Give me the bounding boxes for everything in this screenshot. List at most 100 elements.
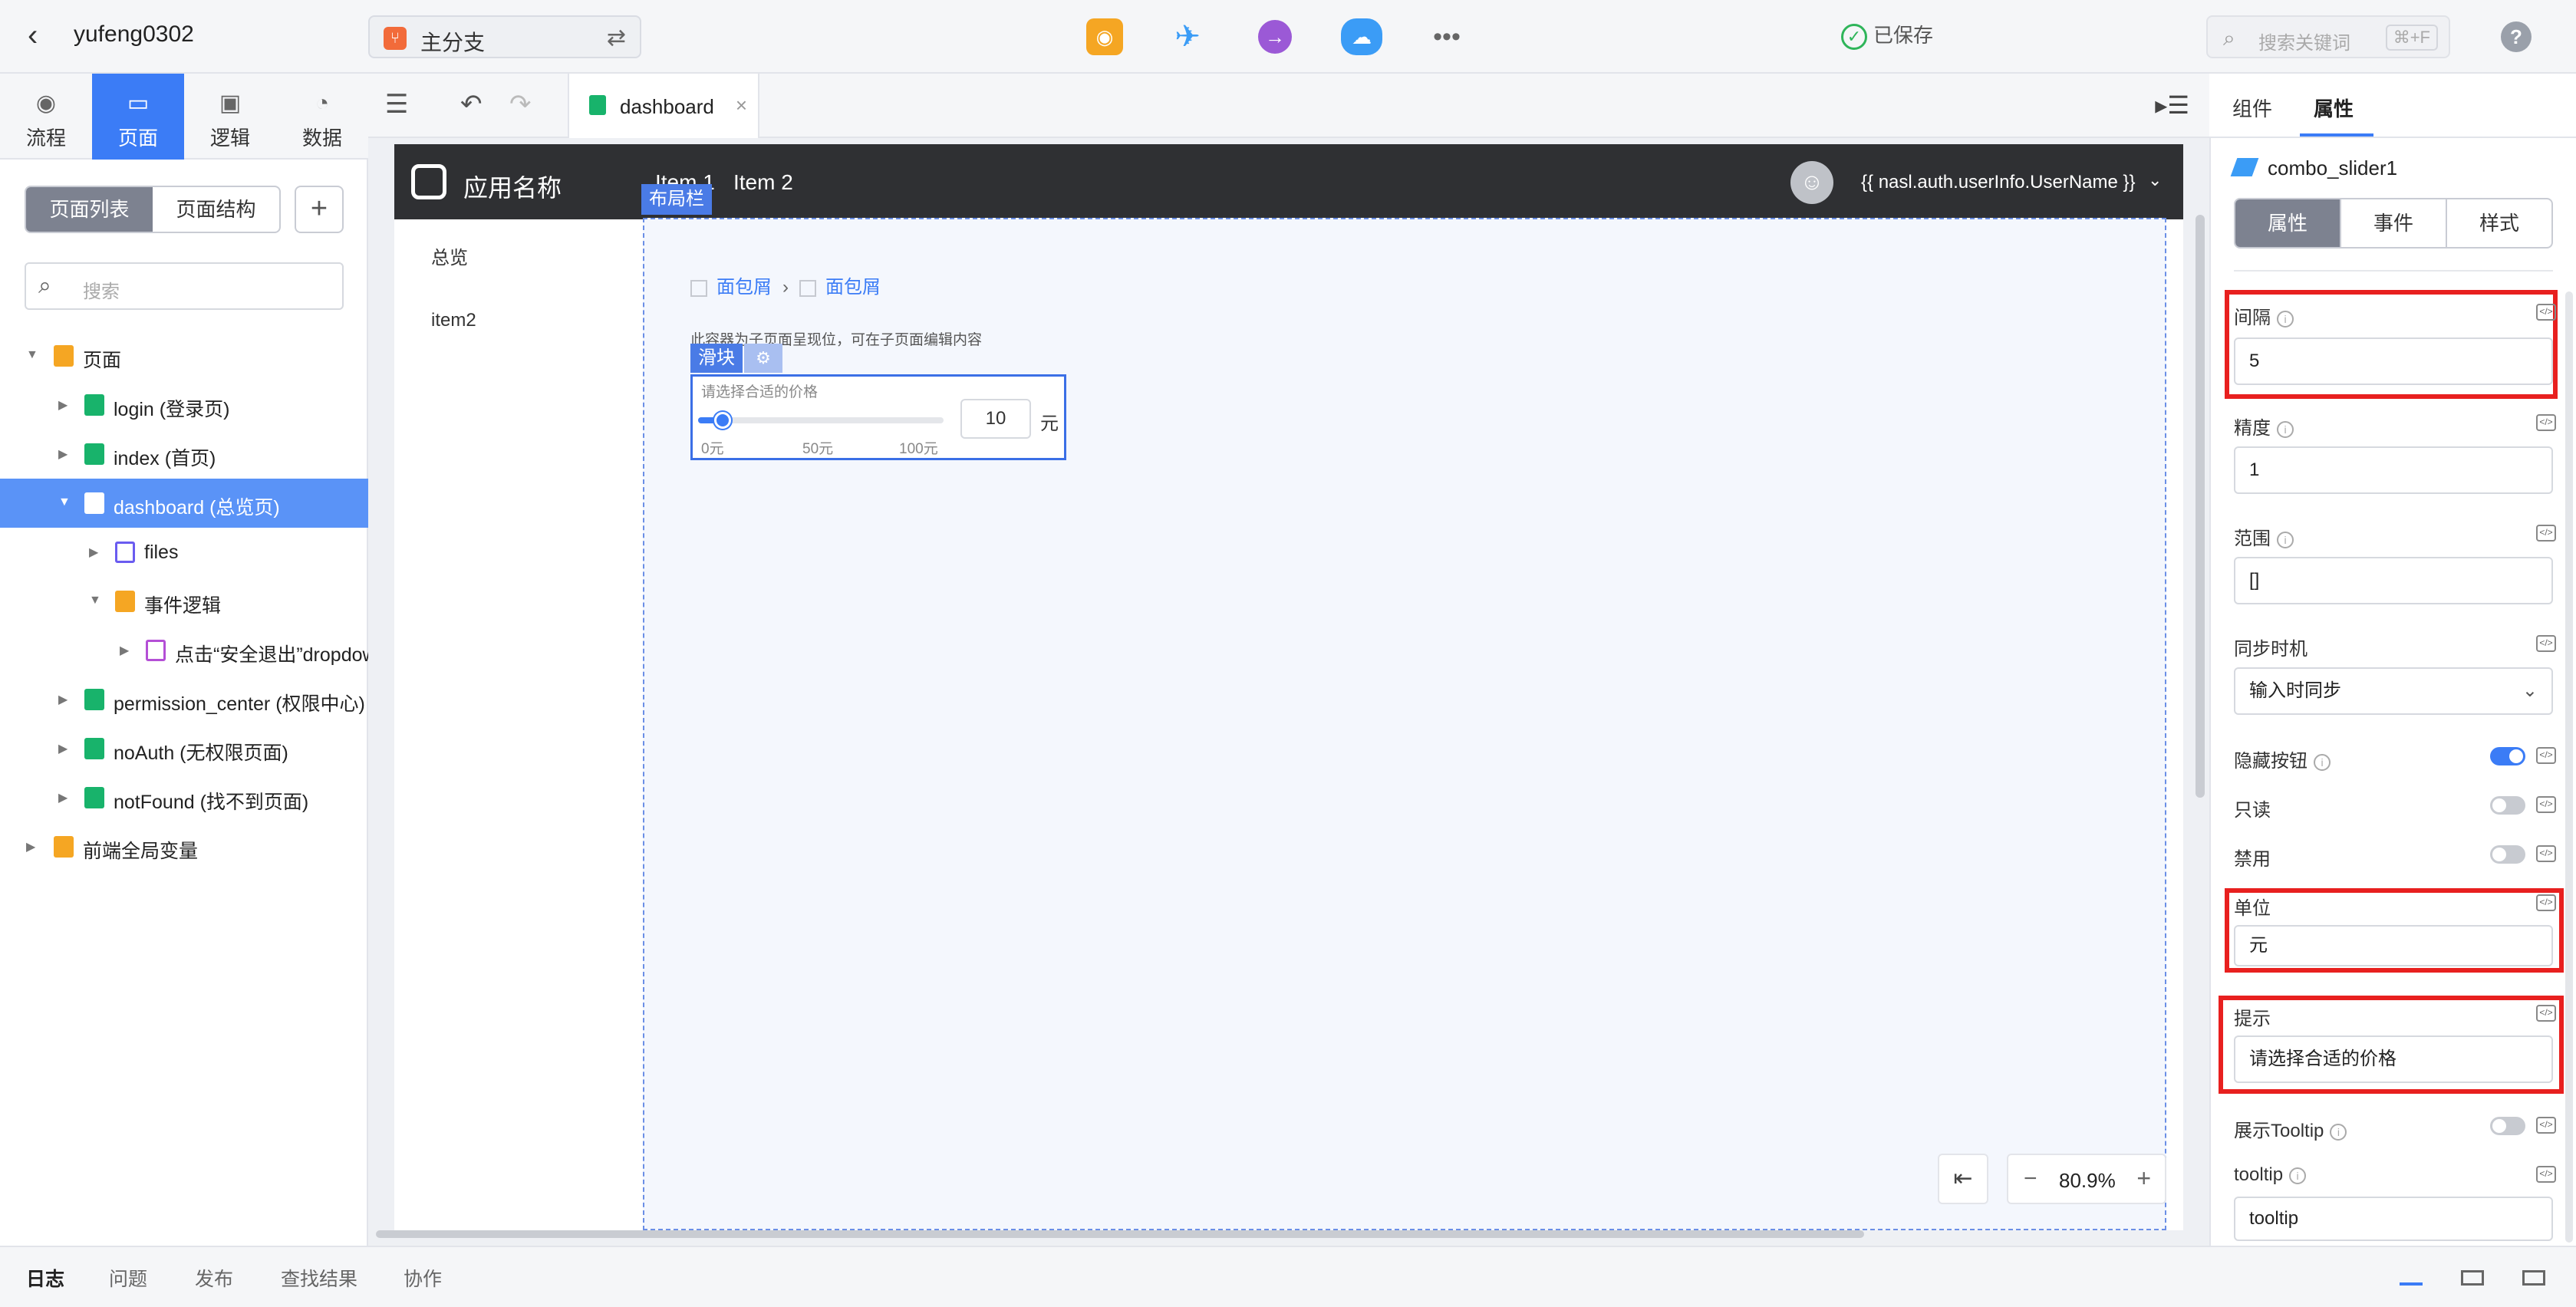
tree-item-index[interactable]: ▶ index (首页): [0, 430, 368, 479]
nav-tab-logic[interactable]: ▣ 逻辑: [184, 74, 276, 160]
bottom-tab-search-results[interactable]: 查找结果: [281, 1264, 357, 1292]
seg-attributes[interactable]: 属性: [2235, 199, 2341, 247]
breadcrumb-item[interactable]: 面包屑: [825, 277, 881, 298]
tree-item-noauth[interactable]: ▶ noAuth (无权限页面): [0, 724, 368, 773]
share-arrow-icon[interactable]: →: [1258, 20, 1292, 54]
info-icon[interactable]: i: [2277, 531, 2294, 548]
tab-properties[interactable]: 属性: [2314, 94, 2354, 122]
seg-page-structure[interactable]: 页面结构: [153, 187, 279, 232]
prop-range-input[interactable]: []: [2234, 557, 2553, 604]
tree-item-global-vars[interactable]: ▶ 前端全局变量: [0, 822, 368, 871]
outline-toggle-icon[interactable]: ☰: [385, 89, 408, 120]
app-nav-item-2[interactable]: Item 2: [733, 170, 793, 195]
app-side-nav-overview[interactable]: 总览: [431, 242, 468, 269]
zoom-out-button[interactable]: −: [2024, 1166, 2037, 1192]
prop-hint-input[interactable]: 请选择合适的价格: [2234, 1035, 2553, 1083]
bottom-tab-publish[interactable]: 发布: [195, 1264, 233, 1292]
swap-icon[interactable]: ⇄: [607, 25, 626, 51]
nav-tab-flow[interactable]: ◉ 流程: [0, 74, 92, 160]
info-icon[interactable]: i: [2277, 310, 2294, 328]
caret-right-icon[interactable]: ▶: [58, 790, 68, 805]
code-icon[interactable]: </>: [2536, 1005, 2556, 1022]
code-icon[interactable]: </>: [2536, 635, 2556, 652]
close-icon[interactable]: ×: [736, 94, 747, 117]
caret-down-icon[interactable]: ▼: [89, 594, 101, 607]
caret-right-icon[interactable]: ▶: [89, 545, 98, 560]
breadcrumb-item[interactable]: 面包屑: [716, 277, 772, 298]
code-icon[interactable]: </>: [2536, 525, 2556, 542]
panel-full-icon[interactable]: [2522, 1270, 2545, 1286]
prop-unit-input[interactable]: 元: [2234, 925, 2553, 966]
panel-half-icon[interactable]: [2461, 1270, 2484, 1286]
collapse-panel-icon[interactable]: ▸☰: [2155, 91, 2189, 120]
more-icon[interactable]: •••: [1428, 18, 1465, 55]
tree-item-event-logic[interactable]: ▼ 事件逻辑: [0, 577, 368, 626]
undo-icon[interactable]: ↶: [460, 89, 483, 120]
disabled-toggle[interactable]: [2490, 845, 2525, 864]
prop-precision-input[interactable]: 1: [2234, 446, 2553, 494]
publish-plane-icon[interactable]: ✈: [1169, 18, 1206, 55]
caret-right-icon[interactable]: ▶: [26, 839, 35, 854]
tree-item-notfound[interactable]: ▶ notFound (找不到页面): [0, 773, 368, 822]
collapse-left-icon[interactable]: ⇤: [1938, 1154, 1988, 1204]
panel-scrollbar[interactable]: [2565, 291, 2573, 1243]
caret-right-icon[interactable]: ▶: [120, 643, 129, 658]
seg-page-list[interactable]: 页面列表: [26, 187, 153, 232]
avatar[interactable]: ☺: [1790, 161, 1833, 204]
chevron-left-icon[interactable]: ‹: [28, 20, 38, 51]
tab-components[interactable]: 组件: [2232, 94, 2272, 122]
tree-item-permission-center[interactable]: ▶ permission_center (权限中心): [0, 675, 368, 724]
help-icon[interactable]: ?: [2501, 21, 2532, 52]
nav-tab-page[interactable]: ▭ 页面: [92, 74, 184, 160]
code-icon[interactable]: </>: [2536, 1117, 2556, 1134]
bottom-tab-issues[interactable]: 问题: [109, 1264, 147, 1292]
chevron-down-icon[interactable]: ⌄: [2148, 170, 2162, 190]
seg-styles[interactable]: 样式: [2447, 199, 2551, 247]
bottom-tab-collab[interactable]: 协作: [404, 1264, 442, 1292]
prop-tooltip-input[interactable]: tooltip: [2234, 1197, 2553, 1241]
info-icon[interactable]: i: [2314, 753, 2331, 771]
hide-buttons-toggle[interactable]: [2490, 747, 2525, 765]
info-icon[interactable]: i: [2277, 420, 2294, 438]
sidebar-search-input[interactable]: ⌕ 搜索: [25, 262, 344, 310]
caret-down-icon[interactable]: ▼: [26, 348, 38, 362]
prop-step-input[interactable]: 5: [2234, 337, 2553, 385]
caret-right-icon[interactable]: ▶: [58, 446, 68, 462]
slider-handle[interactable]: [714, 412, 731, 429]
user-name[interactable]: {{ nasl.auth.userInfo.UserName }}: [1861, 172, 2136, 193]
panel-minimize-icon[interactable]: [2400, 1270, 2423, 1286]
bottom-tab-log[interactable]: 日志: [26, 1264, 64, 1292]
caret-right-icon[interactable]: ▶: [58, 692, 68, 707]
preview-icon[interactable]: ◉: [1086, 18, 1123, 55]
tab-dashboard[interactable]: dashboard ×: [568, 74, 759, 138]
readonly-toggle[interactable]: [2490, 796, 2525, 815]
code-icon[interactable]: </>: [2536, 747, 2556, 764]
app-side-nav-item2[interactable]: item2: [431, 310, 476, 331]
code-icon[interactable]: </>: [2536, 304, 2556, 321]
code-icon[interactable]: </>: [2536, 894, 2556, 911]
tree-item-pages[interactable]: ▼ 页面: [0, 331, 368, 380]
code-icon[interactable]: </>: [2536, 845, 2556, 862]
show-tooltip-toggle[interactable]: [2490, 1117, 2525, 1135]
info-icon[interactable]: i: [2330, 1123, 2347, 1141]
prop-sync-select[interactable]: 输入时同步 ⌄: [2234, 667, 2553, 715]
code-icon[interactable]: </>: [2536, 1166, 2556, 1183]
tree-item-logout-event[interactable]: ▶ 点击“安全退出”dropdown: [0, 626, 368, 675]
canvas-horizontal-scrollbar[interactable]: [376, 1230, 1864, 1238]
tree-item-login[interactable]: ▶ login (登录页): [0, 380, 368, 430]
zoom-in-button[interactable]: +: [2136, 1164, 2151, 1193]
info-icon[interactable]: i: [2289, 1167, 2307, 1184]
caret-right-icon[interactable]: ▶: [58, 741, 68, 756]
seg-events[interactable]: 事件: [2341, 199, 2447, 247]
slider-number-input[interactable]: 10: [960, 399, 1031, 439]
caret-right-icon[interactable]: ▶: [58, 397, 68, 413]
add-page-button[interactable]: +: [295, 186, 344, 233]
gear-icon[interactable]: ⚙: [744, 344, 782, 373]
redo-icon[interactable]: ↷: [509, 89, 532, 120]
branch-selector[interactable]: ⑂ 主分支 ⇄: [368, 15, 641, 58]
caret-down-icon[interactable]: ▼: [58, 495, 71, 509]
nav-tab-data[interactable]: ◔ 数据: [276, 74, 368, 160]
content-container[interactable]: [643, 218, 2166, 1230]
code-icon[interactable]: </>: [2536, 414, 2556, 431]
cloud-icon[interactable]: ☁: [1341, 18, 1382, 55]
